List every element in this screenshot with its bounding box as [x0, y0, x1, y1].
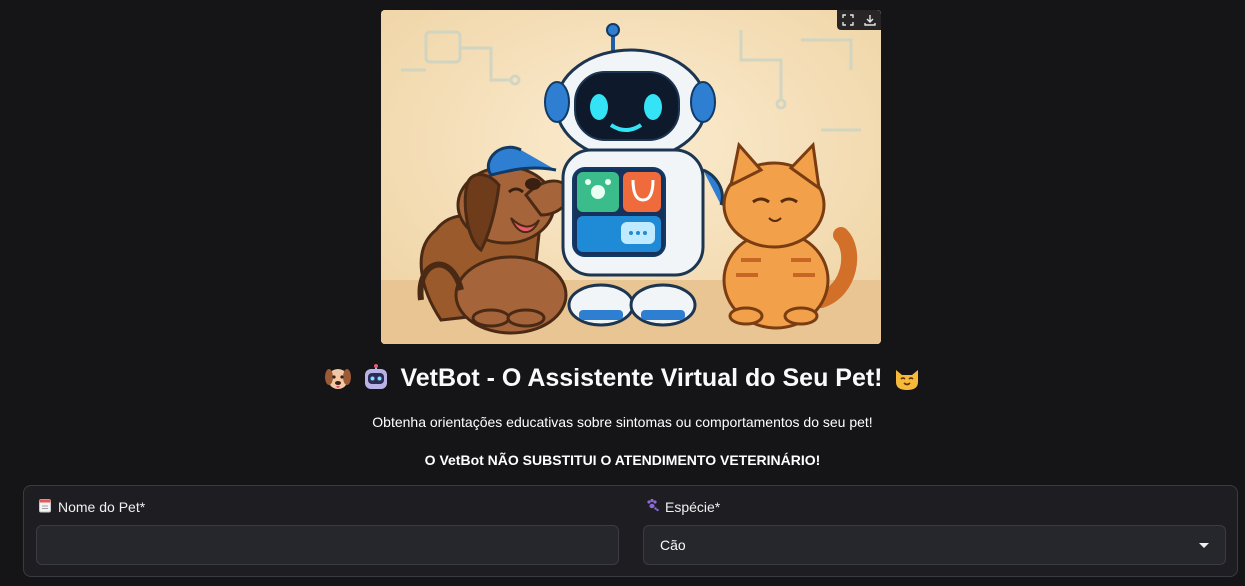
- vetbot-illustration: [381, 10, 881, 344]
- download-icon[interactable]: [859, 10, 881, 30]
- pet-name-label-text: Nome do Pet*: [58, 499, 146, 515]
- pet-name-input[interactable]: [36, 525, 619, 565]
- image-toolbar: [837, 10, 881, 30]
- hero-image: [381, 10, 881, 344]
- page-title: VetBot - O Assistente Virtual do Seu Pet…: [0, 358, 1245, 398]
- dog-face-icon: [324, 364, 352, 392]
- pet-name-label: Nome do Pet*: [38, 498, 145, 516]
- species-selected-value: Cão: [660, 537, 686, 553]
- warning-text: O VetBot NÃO SUBSTITUI O ATENDIMENTO VET…: [424, 452, 821, 468]
- species-select[interactable]: Cão: [643, 525, 1226, 565]
- species-label-text: Espécie*: [665, 498, 721, 515]
- robot-face-icon: [362, 364, 390, 392]
- subtitle-text: Obtenha orientações educativas sobre sin…: [372, 414, 873, 430]
- chevron-down-icon: [1199, 542, 1209, 548]
- paw-prints-icon: [645, 498, 659, 515]
- title-text: VetBot - O Assistente Virtual do Seu Pet…: [400, 364, 883, 392]
- cat-face-icon: [893, 364, 921, 392]
- notepad-icon: [38, 498, 52, 516]
- pet-form: Nome do Pet* Espécie* Cão: [23, 485, 1238, 577]
- species-label: Espécie*: [645, 498, 720, 515]
- app-page: VetBot - O Assistente Virtual do Seu Pet…: [0, 0, 1245, 586]
- fullscreen-icon[interactable]: [837, 10, 859, 30]
